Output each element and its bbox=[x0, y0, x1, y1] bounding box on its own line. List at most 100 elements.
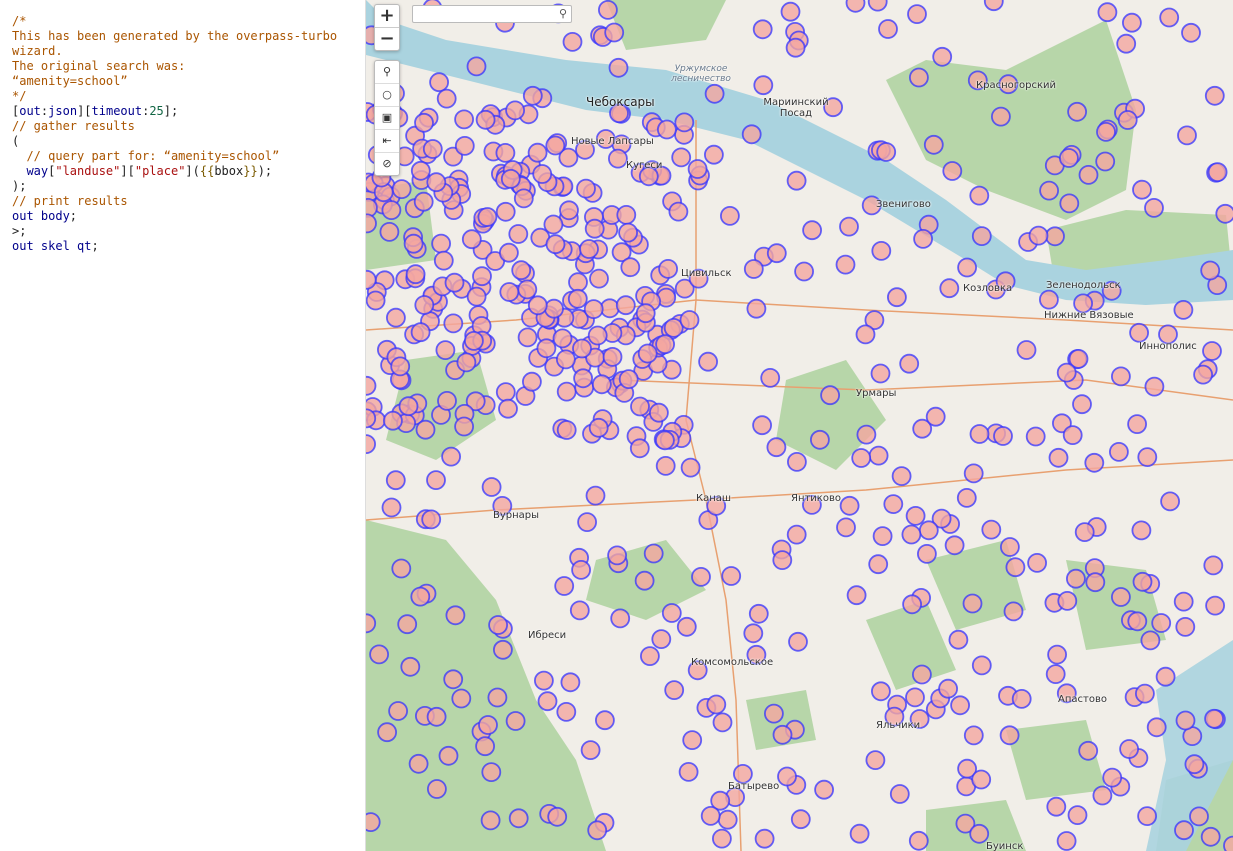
school-marker bbox=[907, 4, 927, 25]
school-marker bbox=[1184, 754, 1205, 775]
school-marker bbox=[532, 164, 553, 184]
school-marker bbox=[533, 670, 554, 691]
school-marker bbox=[913, 228, 933, 249]
label-batyrevo: Батырево bbox=[728, 781, 780, 792]
school-marker bbox=[1119, 739, 1139, 759]
school-marker bbox=[668, 201, 689, 222]
zoom-out-button[interactable]: − bbox=[375, 27, 399, 50]
school-marker bbox=[584, 218, 605, 239]
school-marker bbox=[585, 485, 606, 506]
school-marker bbox=[1016, 340, 1037, 360]
school-marker bbox=[658, 258, 679, 279]
school-marker bbox=[772, 724, 793, 745]
school-marker bbox=[556, 702, 577, 722]
school-marker bbox=[794, 261, 815, 282]
map-view[interactable]: Чебоксары Уржумское лесничество Мариинск… bbox=[366, 0, 1233, 851]
school-marker bbox=[905, 506, 926, 526]
code-editor[interactable]: /* This has been generated by the overpas… bbox=[0, 0, 366, 851]
school-marker bbox=[704, 83, 725, 104]
school-marker bbox=[580, 740, 601, 760]
school-marker bbox=[1175, 710, 1196, 731]
school-marker bbox=[1144, 197, 1164, 218]
school-marker bbox=[1177, 125, 1197, 146]
school-marker bbox=[630, 396, 650, 417]
map-tools: ⚲ ○ ▣ ⇤ ⊘ bbox=[374, 60, 400, 176]
query-code[interactable]: /* This has been generated by the overpas… bbox=[0, 0, 365, 254]
code-token: ); bbox=[12, 179, 27, 193]
school-marker bbox=[766, 243, 787, 264]
school-marker bbox=[587, 820, 608, 841]
search-icon[interactable]: ⚲ bbox=[559, 7, 567, 20]
school-marker bbox=[1092, 785, 1113, 806]
school-marker bbox=[495, 142, 516, 163]
code-token: ][ bbox=[77, 104, 92, 118]
map-canvas[interactable] bbox=[366, 0, 1233, 851]
zoom-to-data-button[interactable]: ⚲ bbox=[375, 61, 399, 83]
school-marker bbox=[648, 402, 669, 423]
school-marker bbox=[1003, 601, 1024, 622]
school-marker bbox=[431, 233, 451, 254]
school-marker bbox=[878, 19, 898, 39]
school-marker bbox=[571, 560, 592, 580]
locate-button[interactable]: ○ bbox=[375, 83, 399, 106]
school-marker bbox=[545, 234, 566, 255]
label-vurnary: Вурнары bbox=[493, 510, 540, 521]
school-marker bbox=[845, 0, 866, 13]
export-image-button[interactable]: ▣ bbox=[375, 106, 399, 129]
school-marker bbox=[1045, 664, 1066, 684]
code-token: wizard. bbox=[12, 44, 63, 58]
code-token: "landuse" bbox=[55, 164, 121, 178]
school-marker bbox=[1096, 121, 1116, 142]
zoom-control: + − bbox=[374, 4, 400, 51]
school-marker bbox=[788, 631, 808, 652]
school-marker bbox=[568, 272, 588, 293]
school-marker bbox=[454, 109, 474, 130]
school-marker bbox=[1116, 33, 1137, 54]
school-marker bbox=[454, 135, 475, 156]
map-search[interactable]: ⚲ bbox=[412, 5, 572, 24]
school-marker bbox=[1027, 553, 1047, 573]
clear-button[interactable]: ⊘ bbox=[375, 152, 399, 175]
school-marker bbox=[556, 381, 577, 402]
school-marker bbox=[366, 213, 377, 234]
school-marker bbox=[481, 762, 502, 782]
school-marker bbox=[1056, 831, 1077, 851]
cancel-icon: ⊘ bbox=[382, 157, 392, 170]
school-marker bbox=[369, 644, 390, 665]
school-marker bbox=[1046, 796, 1067, 817]
zoom-in-button[interactable]: + bbox=[375, 5, 399, 27]
school-marker bbox=[1127, 611, 1148, 632]
code-token: json bbox=[48, 104, 78, 118]
school-marker bbox=[492, 639, 513, 660]
school-marker bbox=[651, 629, 672, 649]
label-yantikovo: Янтиково bbox=[791, 493, 841, 504]
map-search-input[interactable] bbox=[413, 8, 559, 24]
school-marker bbox=[488, 615, 509, 635]
school-marker bbox=[1215, 203, 1233, 224]
fullscreen-button[interactable]: ⇤ bbox=[375, 129, 399, 152]
label-ibresi: Ибреси bbox=[528, 630, 567, 641]
school-marker bbox=[415, 419, 436, 440]
school-marker bbox=[883, 494, 904, 515]
code-token: timeout bbox=[91, 104, 143, 118]
school-marker bbox=[950, 695, 970, 716]
school-marker bbox=[414, 112, 434, 133]
school-marker bbox=[598, 0, 618, 20]
school-marker bbox=[445, 605, 466, 626]
school-marker bbox=[594, 710, 615, 731]
school-marker bbox=[743, 259, 764, 279]
school-marker bbox=[752, 19, 773, 40]
school-marker bbox=[932, 46, 953, 67]
code-line: “amenity=school” bbox=[12, 74, 365, 89]
school-marker bbox=[517, 279, 538, 300]
code-line: // gather results bbox=[12, 119, 365, 134]
code-token: ][ bbox=[120, 164, 135, 178]
school-marker bbox=[607, 148, 628, 169]
school-marker bbox=[405, 264, 426, 285]
school-marker bbox=[876, 142, 897, 162]
school-marker bbox=[1011, 689, 1032, 709]
school-marker bbox=[466, 286, 487, 307]
school-marker bbox=[899, 353, 920, 374]
school-marker bbox=[1097, 2, 1118, 23]
school-marker bbox=[785, 37, 806, 58]
